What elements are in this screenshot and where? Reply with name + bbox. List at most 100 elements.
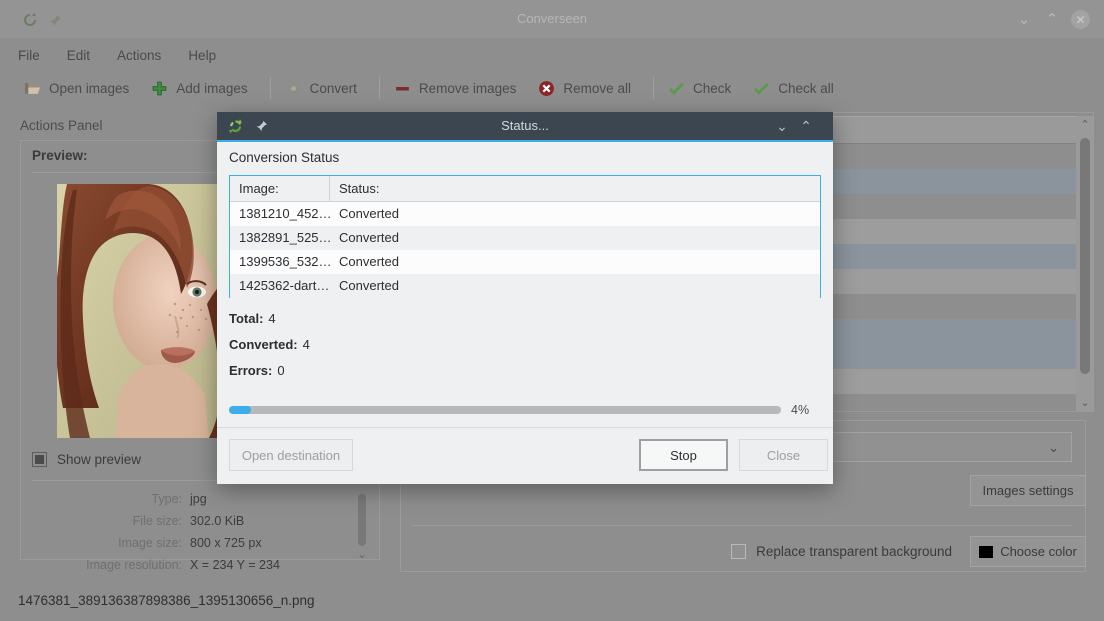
info-key: Type: — [32, 492, 190, 506]
stat-label: Converted: — [229, 337, 298, 352]
progress-percent-label: 4% — [791, 403, 809, 417]
conversion-status-table: Image: Status: 1381210_452…Converted1382… — [229, 175, 821, 298]
toolbar-label: Remove images — [419, 81, 517, 96]
cell-image: 1381210_452… — [230, 202, 330, 226]
show-preview-row[interactable]: Show preview — [32, 452, 141, 467]
table-row[interactable]: 1399536_532…Converted — [230, 250, 820, 274]
progress-track — [229, 406, 781, 414]
close-button[interactable]: Close — [739, 439, 828, 471]
toolbar-remove-all-button[interactable]: Remove all — [538, 80, 631, 97]
chevron-down-icon[interactable]: ⌄ — [1076, 394, 1094, 412]
stat-converted: Converted: 4 — [229, 337, 310, 352]
info-scrollbar-thumb[interactable] — [358, 494, 366, 546]
cell-status: Converted — [330, 226, 399, 250]
dialog-minimize-button[interactable]: ⌄ — [773, 118, 791, 134]
stat-value: 4 — [268, 311, 275, 326]
color-swatch-icon — [979, 546, 993, 558]
menu-file[interactable]: File — [18, 48, 40, 63]
toolbar-remove-images-button[interactable]: Remove images — [394, 80, 517, 97]
menu-actions[interactable]: Actions — [117, 48, 161, 63]
check-all-icon — [753, 80, 770, 97]
preview-image — [57, 184, 226, 438]
status-dialog: Status... ⌄ ⌃ Conversion Status Image: S… — [217, 112, 833, 484]
chevron-down-icon[interactable]: ⌄ — [356, 548, 368, 560]
table-row[interactable]: 1425362-dart…Converted — [230, 274, 820, 298]
images-settings-button[interactable]: Images settings — [970, 475, 1086, 506]
file-list-scrollbar[interactable]: ⌃ ⌄ — [1076, 116, 1094, 412]
replace-transparent-row[interactable]: Replace transparent background — [731, 544, 952, 559]
window-close-button[interactable]: ✕ — [1071, 10, 1090, 29]
info-key: Image resolution: — [32, 558, 190, 572]
info-row-image-resolution: Image resolution: X = 234 Y = 234 — [32, 558, 348, 572]
cell-status: Converted — [330, 274, 399, 298]
actions-panel-title: Actions Panel — [20, 118, 103, 133]
toolbar-label: Open images — [49, 81, 129, 96]
toolbar-separator — [379, 77, 380, 99]
conversion-status-heading: Conversion Status — [229, 150, 339, 165]
cell-image: 1382891_525… — [230, 226, 330, 250]
gear-icon — [285, 80, 302, 97]
toolbar: Open images Add images Convert Remove im… — [0, 70, 1104, 106]
file-list-scrollbar-thumb[interactable] — [1080, 138, 1090, 374]
toolbar-check-all-button[interactable]: Check all — [753, 80, 834, 97]
window-controls: ⌄ ⌃ ✕ — [1015, 10, 1090, 29]
settings-divider — [412, 525, 1072, 526]
stat-value: 0 — [277, 363, 284, 378]
stat-label: Errors: — [229, 363, 272, 378]
toolbar-label: Convert — [310, 81, 357, 96]
window-title: Converseen — [0, 11, 1104, 26]
toolbar-separator — [653, 77, 654, 99]
menu-edit[interactable]: Edit — [67, 48, 90, 63]
cell-image: 1399536_532… — [230, 250, 330, 274]
window-maximize-button[interactable]: ⌃ — [1043, 12, 1061, 28]
chevron-up-icon[interactable]: ⌃ — [1076, 116, 1094, 134]
toolbar-label: Add images — [176, 81, 247, 96]
info-key: File size: — [32, 514, 190, 528]
minus-icon — [394, 80, 411, 97]
stat-label: Total: — [229, 311, 263, 326]
show-preview-checkbox[interactable] — [32, 452, 47, 467]
replace-transparent-checkbox[interactable] — [731, 544, 746, 559]
choose-color-label: Choose color — [1000, 544, 1077, 559]
column-header-image[interactable]: Image: — [230, 176, 330, 201]
table-row[interactable]: 1382891_525…Converted — [230, 226, 820, 250]
progress-fill — [229, 406, 251, 414]
statusbar: 1476381_389136387898386_1395130656_n.png — [0, 585, 1104, 621]
preview-label: Preview: — [32, 148, 88, 163]
toolbar-label: Remove all — [563, 81, 631, 96]
info-value: 302.0 KiB — [190, 514, 244, 528]
cell-image: 1425362-dart… — [230, 274, 330, 298]
conversion-progress: 4% — [229, 403, 821, 417]
status-dialog-titlebar: Status... ⌄ ⌃ — [217, 112, 833, 140]
info-value: X = 234 Y = 234 — [190, 558, 280, 572]
dialog-maximize-button[interactable]: ⌃ — [797, 118, 815, 134]
stop-button[interactable]: Stop — [639, 439, 728, 471]
window-minimize-button[interactable]: ⌄ — [1015, 12, 1033, 28]
toolbar-check-button[interactable]: Check — [668, 80, 731, 97]
toolbar-add-images-button[interactable]: Add images — [151, 80, 247, 97]
toolbar-convert-button[interactable]: Convert — [285, 80, 357, 97]
info-row-image-size: Image size: 800 x 725 px — [32, 536, 348, 550]
info-row-type: Type: jpg — [32, 492, 348, 506]
menu-help[interactable]: Help — [188, 48, 216, 63]
plus-icon — [151, 80, 168, 97]
show-preview-label: Show preview — [57, 452, 141, 467]
toolbar-label: Check — [693, 81, 731, 96]
dialog-accent-line — [217, 140, 833, 142]
open-folder-icon — [24, 80, 41, 97]
table-row[interactable]: 1381210_452…Converted — [230, 202, 820, 226]
stat-value: 4 — [303, 337, 310, 352]
cell-status: Converted — [330, 250, 399, 274]
replace-transparent-label: Replace transparent background — [756, 544, 952, 559]
column-header-status[interactable]: Status: — [330, 176, 379, 201]
image-info-table: Type: jpg File size: 302.0 KiB Image siz… — [32, 492, 348, 580]
choose-color-button[interactable]: Choose color — [970, 536, 1086, 567]
toolbar-open-images-button[interactable]: Open images — [24, 80, 129, 97]
stat-total: Total: 4 — [229, 311, 276, 326]
info-scrollbar[interactable]: ⌄ — [356, 494, 368, 560]
status-dialog-title: Status... — [217, 118, 833, 133]
open-destination-button[interactable]: Open destination — [229, 439, 353, 471]
menubar: File Edit Actions Help — [0, 42, 1104, 68]
statusbar-text: 1476381_389136387898386_1395130656_n.png — [18, 593, 315, 608]
info-key: Image size: — [32, 536, 190, 550]
